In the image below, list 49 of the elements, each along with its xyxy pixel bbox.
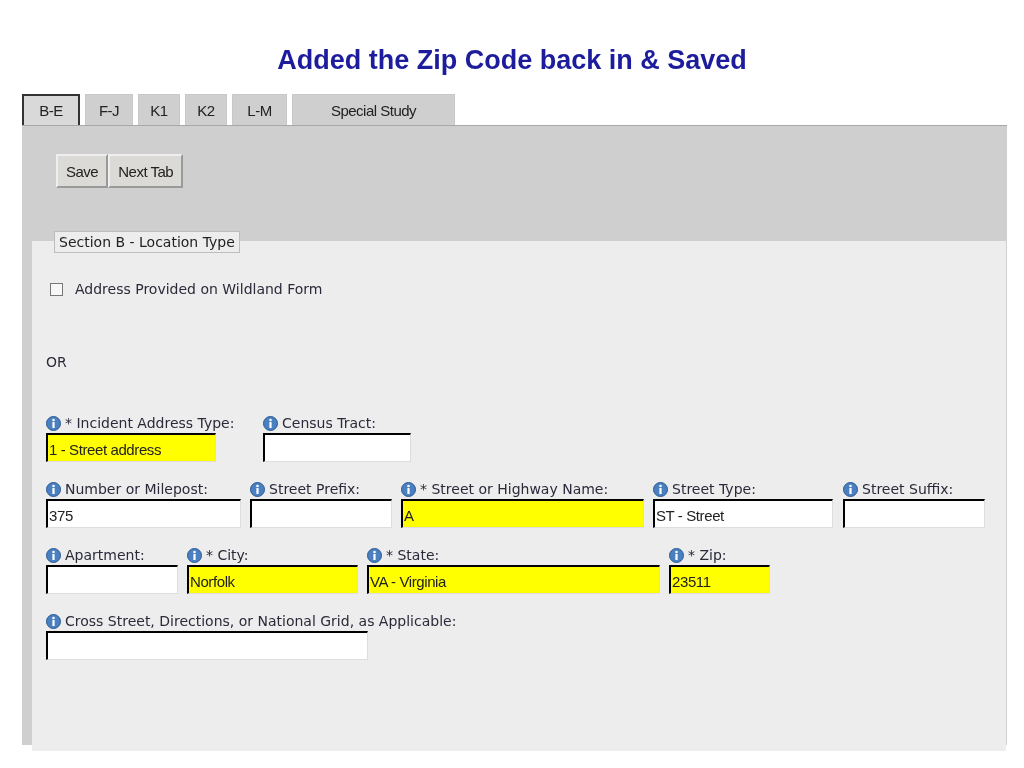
field-label: * Zip: [688, 547, 727, 563]
info-icon[interactable] [401, 481, 416, 497]
field-label: Street Suffix: [862, 481, 954, 497]
input-field[interactable] [843, 499, 985, 528]
save-button[interactable]: Save [56, 154, 109, 188]
tab[interactable]: F-J [85, 94, 133, 125]
section-legend: Section B - Location Type [54, 231, 240, 253]
info-icon[interactable] [250, 481, 265, 497]
input-field[interactable]: Norfolk [187, 565, 358, 594]
tab[interactable]: B-E [22, 94, 80, 125]
info-icon[interactable] [46, 547, 61, 563]
tab[interactable]: K2 [185, 94, 227, 125]
input-field[interactable] [263, 433, 411, 462]
tab[interactable]: Special Study [292, 94, 455, 125]
checkbox[interactable] [50, 282, 63, 296]
slide-title: Added the Zip Code back in & Saved [276, 44, 748, 77]
next-tab-button[interactable]: Next Tab [108, 154, 184, 188]
field-label: * Street or Highway Name: [420, 481, 609, 497]
input-field[interactable] [250, 499, 392, 528]
tab[interactable]: K1 [138, 94, 180, 125]
info-icon[interactable] [46, 481, 61, 497]
input-field[interactable]: 23511 [669, 565, 770, 594]
input-field[interactable]: VA - Virginia [367, 565, 660, 594]
info-icon[interactable] [263, 415, 278, 431]
field-label: Street Prefix: [269, 481, 361, 497]
field-label: * City: [206, 547, 249, 563]
field-label: Census Tract: [282, 415, 376, 431]
info-icon[interactable] [367, 547, 382, 563]
field-label: * State: [386, 547, 440, 563]
input-field[interactable] [46, 631, 368, 660]
info-icon[interactable] [653, 481, 668, 497]
info-icon[interactable] [843, 481, 858, 497]
input-field[interactable]: ST - Street [653, 499, 833, 528]
tab[interactable]: L-M [232, 94, 287, 125]
or-text: OR [46, 354, 68, 370]
info-icon[interactable] [669, 547, 684, 563]
input-field[interactable]: A [401, 499, 644, 528]
field-label: Cross Street, Directions, or National Grid, as Applicable: [65, 613, 457, 629]
input-field[interactable] [46, 565, 178, 594]
input-field[interactable]: 1 - Street address [46, 433, 216, 462]
input-field[interactable]: 375 [46, 499, 241, 528]
field-label: Street Type: [672, 481, 756, 497]
checkbox-label: Address Provided on Wildland Form [75, 281, 323, 297]
info-icon[interactable] [187, 547, 202, 563]
field-label: Apartment: [65, 547, 145, 563]
field-label: * Incident Address Type: [65, 415, 235, 431]
field-label: Number or Milepost: [65, 481, 208, 497]
info-icon[interactable] [46, 613, 61, 629]
info-icon[interactable] [46, 415, 61, 431]
